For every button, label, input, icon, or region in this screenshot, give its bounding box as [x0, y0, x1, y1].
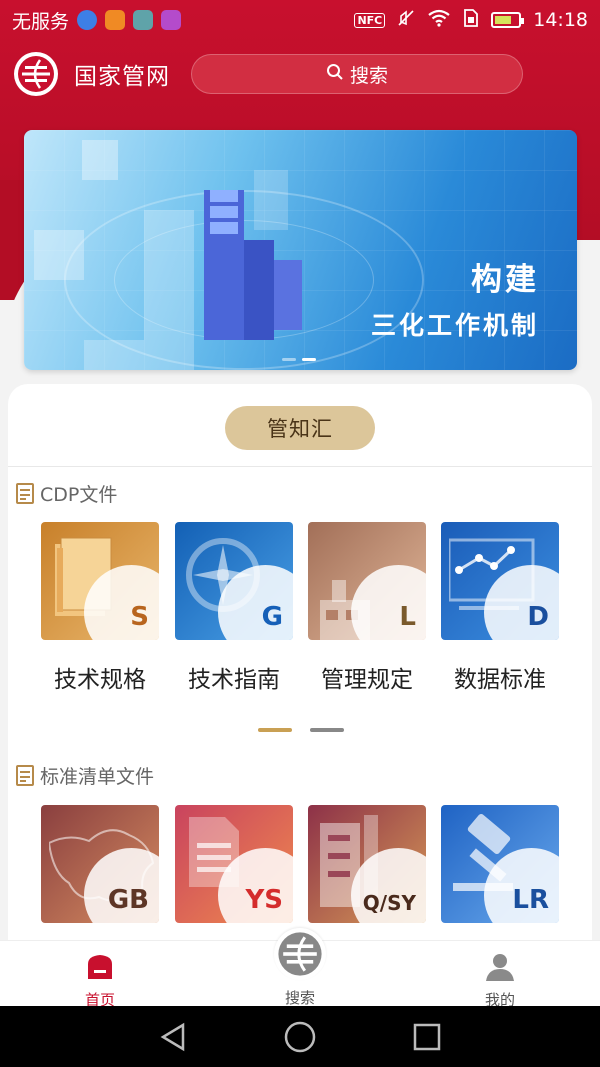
logo-icon	[274, 928, 326, 980]
section-title-cdp: CDP文件	[16, 480, 117, 507]
battery-icon	[491, 12, 525, 28]
tile-code: YS	[245, 885, 283, 915]
banner-subheadline: 三化工作机制	[370, 311, 539, 340]
divider	[8, 466, 592, 467]
search-label: 搜索	[349, 64, 388, 87]
tile-code: GB	[107, 885, 149, 915]
section-title-standards: 标准清单文件	[16, 762, 154, 789]
document-icon	[16, 765, 34, 786]
content-card: 管知汇 CDP文件 S 技术规格 G 技术指南 L 管理规定 D 数据标准 标准…	[8, 384, 592, 1004]
banner-carousel[interactable]: 构建 三化工作机制	[24, 130, 577, 370]
app-title: 国家管网	[74, 64, 170, 90]
home-icon	[88, 955, 112, 979]
status-bar: 无服务 NFC 14:18	[0, 0, 600, 40]
tile-code: G	[261, 602, 283, 632]
section-title-text: CDP文件	[40, 484, 118, 506]
wifi-icon	[427, 9, 451, 31]
app-notification-icon	[77, 10, 98, 30]
search-icon	[326, 63, 344, 86]
banner-dot-active	[302, 358, 316, 361]
tile-label[interactable]: 数据标准	[433, 660, 567, 694]
tile-label[interactable]: 技术规格	[33, 660, 167, 694]
gallery-notification-icon	[161, 10, 182, 30]
back-icon[interactable]	[153, 1017, 193, 1057]
home-circle-icon[interactable]	[280, 1017, 320, 1057]
banner-illustration	[34, 140, 302, 370]
tile-label[interactable]: 技术指南	[167, 660, 301, 694]
tile-pager	[258, 728, 344, 732]
tile-label[interactable]: 管理规定	[300, 660, 434, 694]
document-icon	[16, 483, 34, 504]
tile-code: S	[130, 602, 149, 632]
nav-search[interactable]: 搜索	[240, 923, 360, 1008]
tile-qsy[interactable]: Q/SY	[308, 805, 426, 923]
bottom-nav: 首页 搜索 我的	[0, 928, 600, 1009]
mute-icon	[397, 9, 415, 31]
tile-code: Q/SY	[362, 891, 416, 915]
banner-indicator	[282, 358, 316, 361]
tile-gb[interactable]: GB	[41, 805, 159, 923]
tile-code: LR	[512, 885, 549, 915]
android-notification-icon	[133, 10, 154, 30]
app-logo-icon	[14, 52, 58, 96]
tile-management-rules[interactable]: L	[308, 522, 426, 640]
category-chip[interactable]: 管知汇	[225, 406, 375, 450]
recents-icon[interactable]	[407, 1017, 447, 1057]
nfc-icon: NFC	[354, 12, 386, 28]
tile-tech-spec[interactable]: S	[41, 522, 159, 640]
clock: 14:18	[533, 9, 588, 31]
nav-home[interactable]: 首页	[40, 947, 160, 1010]
pager-dot	[310, 728, 344, 732]
nav-mine[interactable]: 我的	[440, 947, 560, 1010]
banner-headline: 构建	[471, 262, 539, 298]
app-notification-icon	[105, 10, 126, 30]
tile-code: L	[399, 602, 416, 632]
carrier-label: 无服务	[12, 10, 70, 33]
tile-lr[interactable]: LR	[441, 805, 559, 923]
search-bar[interactable]: 搜索	[191, 54, 523, 94]
person-icon	[486, 954, 514, 981]
tile-tech-guide[interactable]: G	[175, 522, 293, 640]
tile-code: D	[527, 602, 549, 632]
banner-dot	[282, 358, 296, 361]
sim-icon	[463, 8, 479, 32]
tile-ys[interactable]: YS	[175, 805, 293, 923]
system-nav-bar	[0, 1006, 600, 1067]
nav-search-label: 搜索	[284, 989, 315, 1007]
tile-data-standard[interactable]: D	[441, 522, 559, 640]
pager-dot-active	[258, 728, 292, 732]
section-title-text: 标准清单文件	[40, 766, 155, 788]
